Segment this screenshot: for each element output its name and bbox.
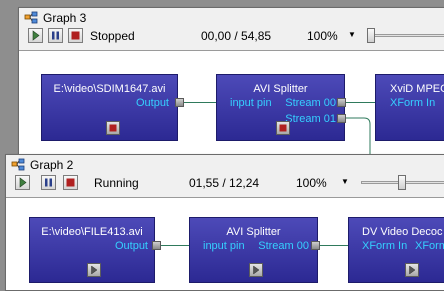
pin-output-label: Stream 01 bbox=[285, 113, 336, 125]
window-title: Graph 2 bbox=[30, 158, 74, 172]
zoom-select[interactable]: 100% bbox=[307, 29, 338, 43]
position-readout: 01,55 / 12,24 bbox=[189, 176, 260, 190]
pin-output[interactable] bbox=[152, 241, 161, 250]
filter-name: E:\video\FILE413.avi bbox=[41, 226, 143, 238]
window-title: Graph 3 bbox=[43, 11, 87, 25]
connection-line bbox=[346, 117, 371, 158]
pin-input-label: input pin bbox=[230, 97, 272, 109]
filter-avi-splitter[interactable]: AVI Splitter input pin Stream 00 Stream … bbox=[216, 74, 345, 141]
filter-dv-video-decoder[interactable]: DV Video Decoc XForm In XForm bbox=[348, 217, 444, 283]
filter-source[interactable]: E:\video\FILE413.avi Output bbox=[29, 217, 155, 283]
stop-icon bbox=[66, 178, 75, 187]
graph3-canvas[interactable]: E:\video\SDIM1647.avi Output AVI Splitte… bbox=[19, 50, 444, 158]
pin-output-label: Output bbox=[135, 97, 169, 109]
play-icon bbox=[91, 265, 98, 275]
stop-icon bbox=[71, 31, 80, 40]
stop-button[interactable] bbox=[68, 28, 83, 43]
filter-name: E:\video\SDIM1647.avi bbox=[53, 83, 166, 95]
stop-icon bbox=[109, 124, 117, 132]
play-button[interactable] bbox=[15, 175, 30, 190]
play-button[interactable] bbox=[405, 263, 419, 277]
connection-line bbox=[320, 245, 350, 246]
filter-name: AVI Splitter bbox=[226, 226, 281, 238]
filter-xvid[interactable]: XviD MPEG XForm In bbox=[375, 74, 444, 141]
seek-slider[interactable] bbox=[361, 175, 444, 190]
graph3-titlebar[interactable]: Graph 3 bbox=[19, 8, 444, 28]
filter-name: DV Video Decoc bbox=[362, 226, 443, 238]
pin-input-label: input pin bbox=[203, 240, 245, 252]
filter-avi-splitter[interactable]: AVI Splitter input pin Stream 00 bbox=[189, 217, 318, 283]
stop-button[interactable] bbox=[106, 121, 120, 135]
pin-input-label: XForm In bbox=[362, 240, 408, 252]
graph2-titlebar[interactable]: Graph 2 bbox=[6, 155, 444, 175]
connection-line bbox=[184, 102, 217, 103]
pause-button[interactable] bbox=[41, 175, 56, 190]
graph2-canvas[interactable]: E:\video\FILE413.avi Output AVI Splitter… bbox=[6, 197, 444, 290]
play-icon bbox=[32, 30, 40, 41]
connection-line bbox=[346, 102, 375, 103]
pin-input-label: XForm In bbox=[390, 97, 436, 109]
play-icon bbox=[409, 265, 416, 275]
pause-icon bbox=[52, 31, 59, 40]
chevron-down-icon[interactable]: ▼ bbox=[341, 177, 349, 186]
connection-line bbox=[161, 245, 191, 246]
seek-slider[interactable] bbox=[367, 28, 444, 43]
graph2-toolbar: Running 01,55 / 12,24 100% ▼ bbox=[6, 175, 444, 197]
pin-output-label: Output bbox=[114, 240, 148, 252]
pin-output[interactable] bbox=[337, 114, 346, 123]
graph3-window: Graph 3 Stopped 00,00 / 54,85 100% ▼ E:\… bbox=[18, 7, 444, 159]
graph2-window: Graph 2 Running 01,55 / 12,24 100% ▼ E:\… bbox=[5, 154, 444, 291]
slider-thumb[interactable] bbox=[398, 175, 406, 190]
play-button[interactable] bbox=[87, 263, 101, 277]
filter-source[interactable]: E:\video\SDIM1647.avi Output bbox=[41, 74, 178, 141]
play-button[interactable] bbox=[28, 28, 43, 43]
playback-state: Running bbox=[94, 176, 139, 190]
graph-window-icon bbox=[11, 158, 25, 172]
graph-window-icon bbox=[24, 11, 38, 25]
play-icon bbox=[19, 177, 27, 188]
pin-output-label: Stream 00 bbox=[258, 240, 309, 252]
play-button[interactable] bbox=[249, 263, 263, 277]
slider-thumb[interactable] bbox=[367, 28, 375, 43]
pin-output[interactable] bbox=[311, 241, 320, 250]
pin-output[interactable] bbox=[175, 98, 184, 107]
play-icon bbox=[253, 265, 260, 275]
stop-button[interactable] bbox=[63, 175, 78, 190]
playback-state: Stopped bbox=[90, 29, 135, 43]
chevron-down-icon[interactable]: ▼ bbox=[348, 30, 356, 39]
graph3-toolbar: Stopped 00,00 / 54,85 100% ▼ bbox=[19, 28, 444, 50]
zoom-select[interactable]: 100% bbox=[296, 176, 327, 190]
pin-output-label: XForm bbox=[415, 240, 444, 252]
stop-button[interactable] bbox=[276, 121, 290, 135]
pause-button[interactable] bbox=[48, 28, 63, 43]
pause-icon bbox=[45, 178, 52, 187]
stop-icon bbox=[279, 124, 287, 132]
position-readout: 00,00 / 54,85 bbox=[201, 29, 272, 43]
filter-name: XviD MPEG bbox=[390, 83, 444, 95]
filter-name: AVI Splitter bbox=[253, 83, 308, 95]
pin-output[interactable] bbox=[337, 98, 346, 107]
pin-output-label: Stream 00 bbox=[285, 97, 336, 109]
slider-track bbox=[367, 34, 444, 37]
